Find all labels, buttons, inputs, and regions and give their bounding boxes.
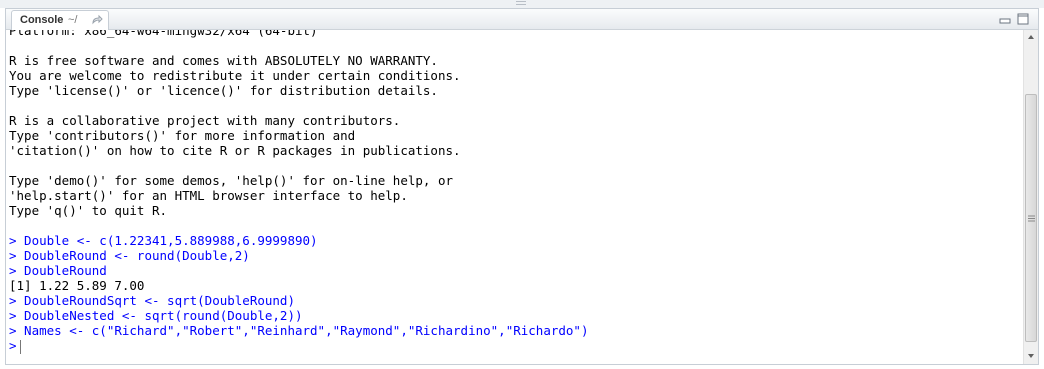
minimize-icon[interactable] bbox=[999, 13, 1011, 25]
prompt-symbol: > bbox=[9, 338, 17, 353]
console-lines: Platform: x86_64-w64-mingw32/x64 (64-bit… bbox=[9, 30, 589, 354]
console-command-line: > DoubleRoundSqrt <- sqrt(DoubleRound) bbox=[9, 293, 295, 308]
tab-console[interactable]: Console ~/ bbox=[11, 10, 109, 30]
console-command-line: > DoubleNested <- sqrt(round(Double,2)) bbox=[9, 308, 303, 323]
pane-resize-splitter[interactable] bbox=[0, 0, 1044, 8]
scroll-down-arrow-icon[interactable] bbox=[1024, 348, 1038, 363]
go-to-directory-arrow-icon[interactable] bbox=[90, 13, 104, 27]
vertical-scrollbar[interactable] bbox=[1023, 30, 1038, 364]
text-cursor bbox=[19, 339, 21, 354]
console-output-line: 'citation()' on how to cite R or R packa… bbox=[9, 143, 461, 158]
console-pane: Console ~/ Platform: x86_64-w64-mingw32/… bbox=[5, 8, 1039, 365]
console-output-line: [1] 1.22 5.89 7.00 bbox=[9, 278, 145, 293]
console-output-line: Type 'demo()' for some demos, 'help()' f… bbox=[9, 173, 454, 188]
working-directory-label: ~/ bbox=[68, 14, 78, 26]
maximize-icon[interactable] bbox=[1017, 13, 1029, 25]
console-command-line: > DoubleRound bbox=[9, 263, 107, 278]
console-output-line: You are welcome to redistribute it under… bbox=[9, 68, 461, 83]
console-command-line: > Names <- c("Richard","Robert","Reinhar… bbox=[9, 323, 589, 338]
pane-header: Console ~/ bbox=[6, 9, 1038, 30]
splitter-grip-icon bbox=[516, 1, 526, 5]
console-output[interactable]: Platform: x86_64-w64-mingw32/x64 (64-bit… bbox=[6, 30, 1022, 364]
console-output-line: Type 'license()' or 'licence()' for dist… bbox=[9, 83, 438, 98]
console-output-line: Type 'q()' to quit R. bbox=[9, 203, 168, 218]
scroll-up-arrow-icon[interactable] bbox=[1024, 30, 1038, 45]
console-output-line: Platform: x86_64-w64-mingw32/x64 (64-bit… bbox=[9, 30, 318, 38]
console-output-line: R is free software and comes with ABSOLU… bbox=[9, 53, 438, 68]
console-command-line: > Double <- c(1.22341,5.889988,6.9999890… bbox=[9, 233, 318, 248]
tab-title: Console bbox=[20, 14, 64, 26]
console-command-line: > DoubleRound <- round(Double,2) bbox=[9, 248, 250, 263]
console-output-line: 'help.start()' for an HTML browser inter… bbox=[9, 188, 408, 203]
console-input-prompt[interactable]: > bbox=[9, 338, 588, 354]
thumb-grip-icon bbox=[1028, 215, 1035, 222]
scrollbar-thumb[interactable] bbox=[1025, 94, 1037, 342]
console-output-line: R is a collaborative project with many c… bbox=[9, 113, 401, 128]
console-output-line: Type 'contributors()' for more informati… bbox=[9, 128, 356, 143]
